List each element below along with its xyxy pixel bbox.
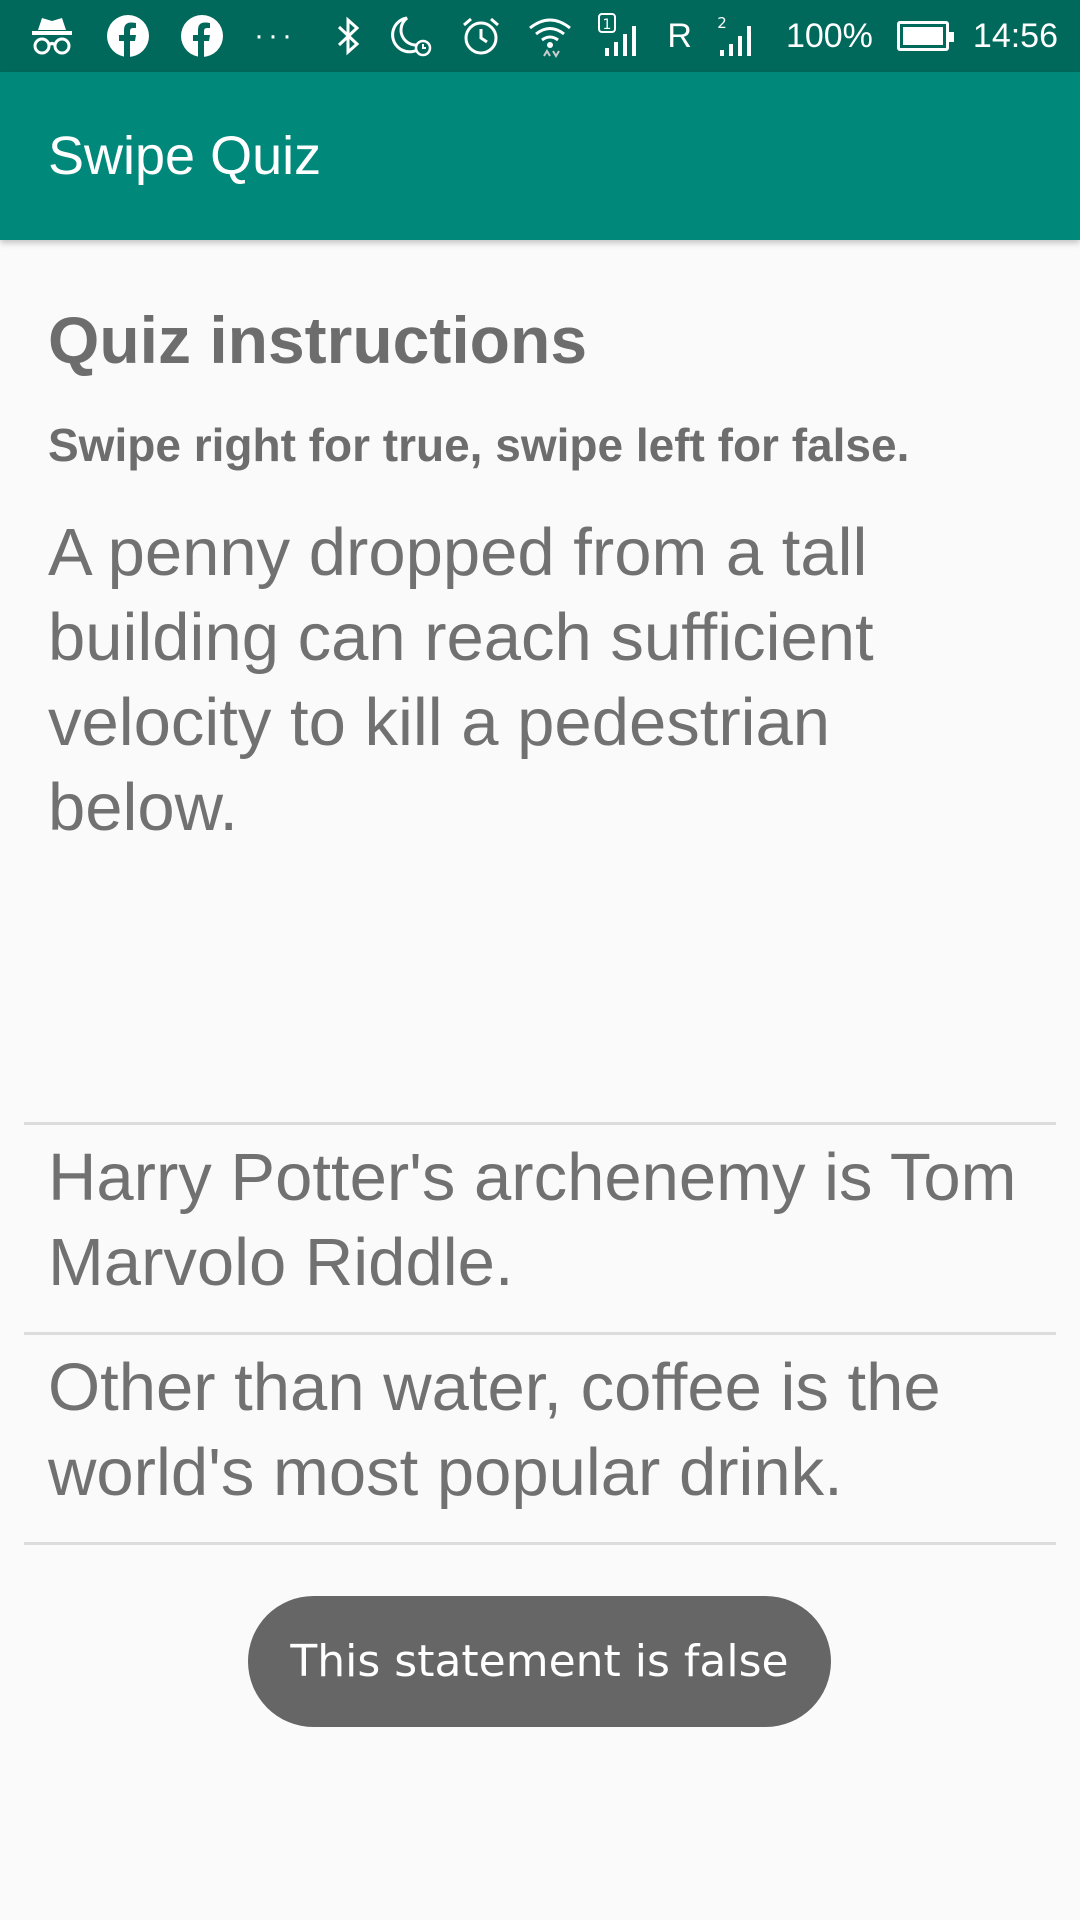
- clock: 14:56: [972, 16, 1058, 55]
- signal-sim1-icon: 1: [597, 12, 643, 60]
- battery-level: [902, 27, 943, 45]
- facebook-icon: [106, 14, 150, 58]
- more-dots-icon: ···: [254, 19, 296, 52]
- statement-item[interactable]: A penny dropped from a tall building can…: [24, 510, 1056, 1125]
- instructions-text: Swipe right for true, swipe left for fal…: [48, 419, 910, 471]
- incognito-icon: [28, 14, 76, 58]
- system-icons: 1 R 2 100% 14:56: [333, 12, 1058, 60]
- sim2-label: 2: [717, 14, 727, 32]
- do-not-disturb-icon: [387, 12, 435, 60]
- app-title: Swipe Quiz: [48, 126, 322, 186]
- statement-item[interactable]: Harry Potter's archenemy is Tom Marvolo …: [24, 1125, 1056, 1335]
- statement-item[interactable]: Other than water, coffee is the world's …: [24, 1335, 1056, 1545]
- battery-icon: [896, 21, 954, 51]
- instructions-heading: Quiz instructions: [48, 303, 588, 377]
- facebook-icon: [180, 14, 224, 58]
- battery-percent: 100%: [785, 16, 873, 55]
- roaming-indicator: R: [667, 16, 692, 55]
- signal-sim2-icon: 2: [716, 12, 762, 60]
- alarm-icon: [459, 14, 503, 58]
- statement-list[interactable]: A penny dropped from a tall building can…: [24, 510, 1056, 1545]
- app-bar: Swipe Quiz: [0, 72, 1080, 240]
- notification-icons: ···: [28, 14, 296, 58]
- wifi-icon: [527, 14, 573, 58]
- status-bar: ··· 1 R 2 100% 14:56: [0, 0, 1080, 72]
- bluetooth-icon: [333, 14, 363, 58]
- toast-message: This statement is false: [248, 1596, 831, 1727]
- sim1-label: 1: [603, 17, 612, 33]
